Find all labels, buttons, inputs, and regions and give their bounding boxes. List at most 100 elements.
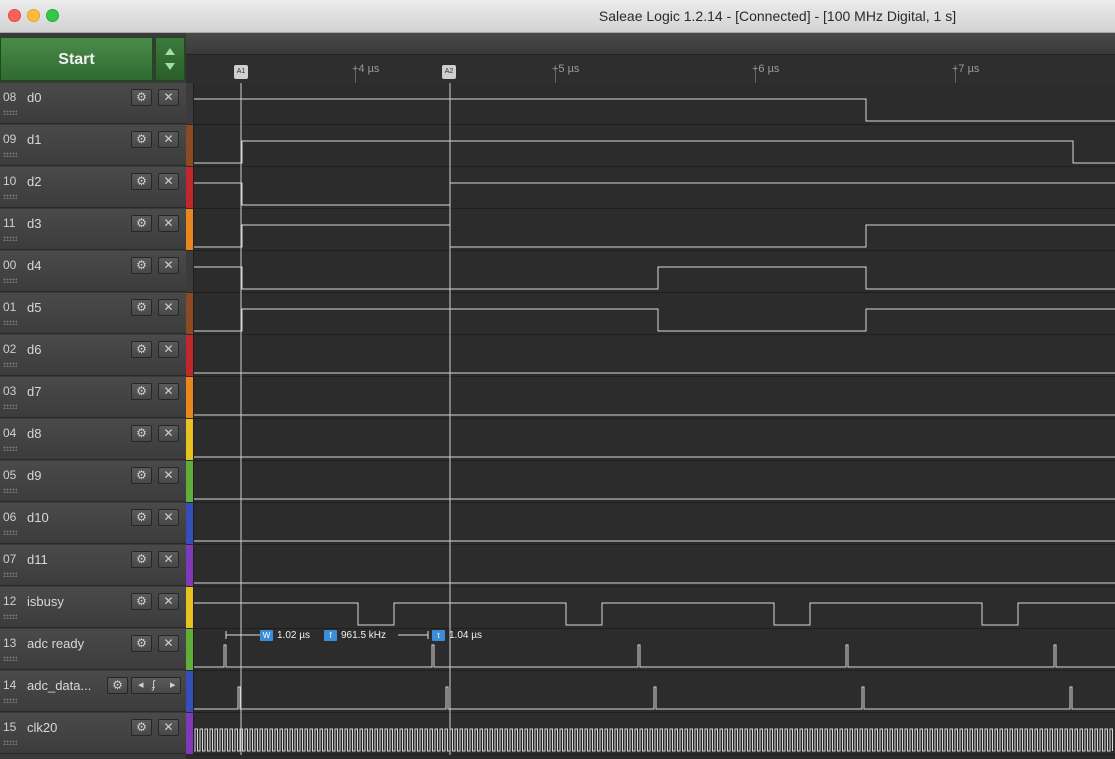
chevron-left-icon[interactable]: ◂ (138, 678, 144, 693)
gear-icon[interactable]: ⚙ (131, 467, 152, 484)
channel-number: 10 (3, 174, 17, 188)
drag-handle-icon[interactable] (3, 656, 17, 661)
channel-name[interactable]: d7 (27, 384, 41, 399)
drag-handle-icon[interactable] (3, 488, 17, 493)
gear-icon[interactable]: ⚙ (131, 635, 152, 652)
close-icon[interactable]: ✕ (158, 467, 179, 484)
drag-handle-icon[interactable] (3, 320, 17, 325)
drag-handle-icon[interactable] (3, 698, 17, 703)
channel-name[interactable]: d1 (27, 132, 41, 147)
gear-icon[interactable]: ⚙ (131, 509, 152, 526)
channel-row[interactable]: 08 d0 ⚙ ✕ (0, 83, 186, 124)
close-icon[interactable]: ✕ (158, 257, 179, 274)
channel-row[interactable]: 02 d6 ⚙ ✕ (0, 335, 186, 376)
drag-handle-icon[interactable] (3, 194, 17, 199)
channel-name[interactable]: d10 (27, 510, 49, 525)
channel-row[interactable]: 04 d8 ⚙ ✕ (0, 419, 186, 460)
channel-row[interactable]: 11 d3 ⚙ ✕ (0, 209, 186, 250)
gear-icon[interactable]: ⚙ (131, 383, 152, 400)
gear-icon[interactable]: ⚙ (131, 593, 152, 610)
drag-handle-icon[interactable] (3, 530, 17, 535)
channel-name[interactable]: d0 (27, 90, 41, 105)
drag-handle-icon[interactable] (3, 446, 17, 451)
drag-handle-icon[interactable] (3, 362, 17, 367)
channel-row[interactable]: 12 isbusy ⚙ ✕ (0, 587, 186, 628)
drag-handle-icon[interactable] (3, 614, 17, 619)
channel-name[interactable]: d8 (27, 426, 41, 441)
gear-icon[interactable]: ⚙ (131, 425, 152, 442)
chevron-right-icon[interactable]: ▸ (170, 678, 176, 693)
start-button[interactable]: Start (0, 37, 153, 81)
close-icon[interactable]: ✕ (158, 425, 179, 442)
channel-row[interactable]: 06 d10 ⚙ ✕ (0, 503, 186, 544)
gear-icon[interactable]: ⚙ (131, 173, 152, 190)
close-icon[interactable]: ✕ (158, 593, 179, 610)
channel-color-bar (186, 629, 194, 670)
gear-icon[interactable]: ⚙ (131, 341, 152, 358)
channel-name[interactable]: adc_data... (27, 678, 91, 693)
close-icon[interactable]: ✕ (158, 635, 179, 652)
drag-handle-icon[interactable] (3, 572, 17, 577)
gear-icon[interactable]: ⚙ (131, 215, 152, 232)
channel-name[interactable]: d4 (27, 258, 41, 273)
gear-icon[interactable]: ⚙ (131, 719, 152, 736)
channel-name[interactable]: clk20 (27, 720, 57, 735)
channel-row[interactable]: 01 d5 ⚙ ✕ (0, 293, 186, 334)
channel-name[interactable]: d9 (27, 468, 41, 483)
drag-handle-icon[interactable] (3, 404, 17, 409)
channel-name[interactable]: d6 (27, 342, 41, 357)
close-icon[interactable]: ✕ (158, 173, 179, 190)
channel-row[interactable]: 03 d7 ⚙ ✕ (0, 377, 186, 418)
channel-color-bar (186, 503, 194, 544)
gear-icon[interactable]: ⚙ (131, 257, 152, 274)
gear-icon[interactable]: ⚙ (131, 131, 152, 148)
drag-handle-icon[interactable] (3, 236, 17, 241)
channel-name[interactable]: adc ready (27, 636, 84, 651)
channel-name[interactable]: d5 (27, 300, 41, 315)
gear-icon[interactable]: ⚙ (131, 299, 152, 316)
close-icon[interactable]: ✕ (158, 215, 179, 232)
channel-row[interactable]: 14 adc_data... ⚙ ◂ ʄ ▸ (0, 671, 186, 712)
drag-handle-icon[interactable] (3, 278, 17, 283)
channel-name[interactable]: d3 (27, 216, 41, 231)
channel-row[interactable]: 10 d2 ⚙ ✕ (0, 167, 186, 208)
close-icon[interactable]: ✕ (158, 299, 179, 316)
gear-icon[interactable]: ⚙ (107, 677, 128, 694)
close-icon[interactable]: ✕ (158, 131, 179, 148)
drag-handle-icon[interactable] (3, 110, 17, 115)
channel-row[interactable]: 07 d11 ⚙ ✕ (0, 545, 186, 586)
zoom-window-button[interactable] (46, 9, 59, 22)
marker-a1[interactable]: A1 (234, 65, 248, 79)
channel-row[interactable]: 15 clk20 ⚙ ✕ (0, 713, 186, 754)
start-options-button[interactable] (155, 37, 185, 81)
close-icon[interactable]: ✕ (158, 383, 179, 400)
drag-handle-icon[interactable] (3, 740, 17, 745)
channel-row[interactable]: 09 d1 ⚙ ✕ (0, 125, 186, 166)
channel-row[interactable]: 05 d9 ⚙ ✕ (0, 461, 186, 502)
minimize-window-button[interactable] (27, 9, 40, 22)
channel-name[interactable]: d11 (27, 552, 48, 567)
protocol-icon: ʄ (152, 679, 155, 691)
time-ruler[interactable]: +4 µs +5 µs +6 µs +7 µs A1 A2 (186, 33, 1115, 83)
protocol-nav-button[interactable]: ◂ ʄ ▸ (131, 677, 181, 694)
close-icon[interactable]: ✕ (158, 509, 179, 526)
channel-row[interactable]: 13 adc ready ⚙ ✕ (0, 629, 186, 670)
channel-row[interactable]: 00 d4 ⚙ ✕ (0, 251, 186, 292)
close-icon[interactable]: ✕ (158, 341, 179, 358)
drag-handle-icon[interactable] (3, 152, 17, 157)
channel-number: 00 (3, 258, 17, 272)
width-icon: W (260, 630, 273, 641)
channel-color-bar (186, 419, 194, 460)
gear-icon[interactable]: ⚙ (131, 89, 152, 106)
gear-icon[interactable]: ⚙ (131, 551, 152, 568)
channel-name[interactable]: d2 (27, 174, 41, 189)
frequency-measure: f 961.5 kHz (324, 630, 386, 641)
channel-name[interactable]: isbusy (27, 594, 64, 609)
waveform-area[interactable] (194, 83, 1115, 755)
close-icon[interactable]: ✕ (158, 719, 179, 736)
close-icon[interactable]: ✕ (158, 551, 179, 568)
close-window-button[interactable] (8, 9, 21, 22)
channel-color-bar (186, 377, 194, 418)
marker-a2[interactable]: A2 (442, 65, 456, 79)
close-icon[interactable]: ✕ (158, 89, 179, 106)
